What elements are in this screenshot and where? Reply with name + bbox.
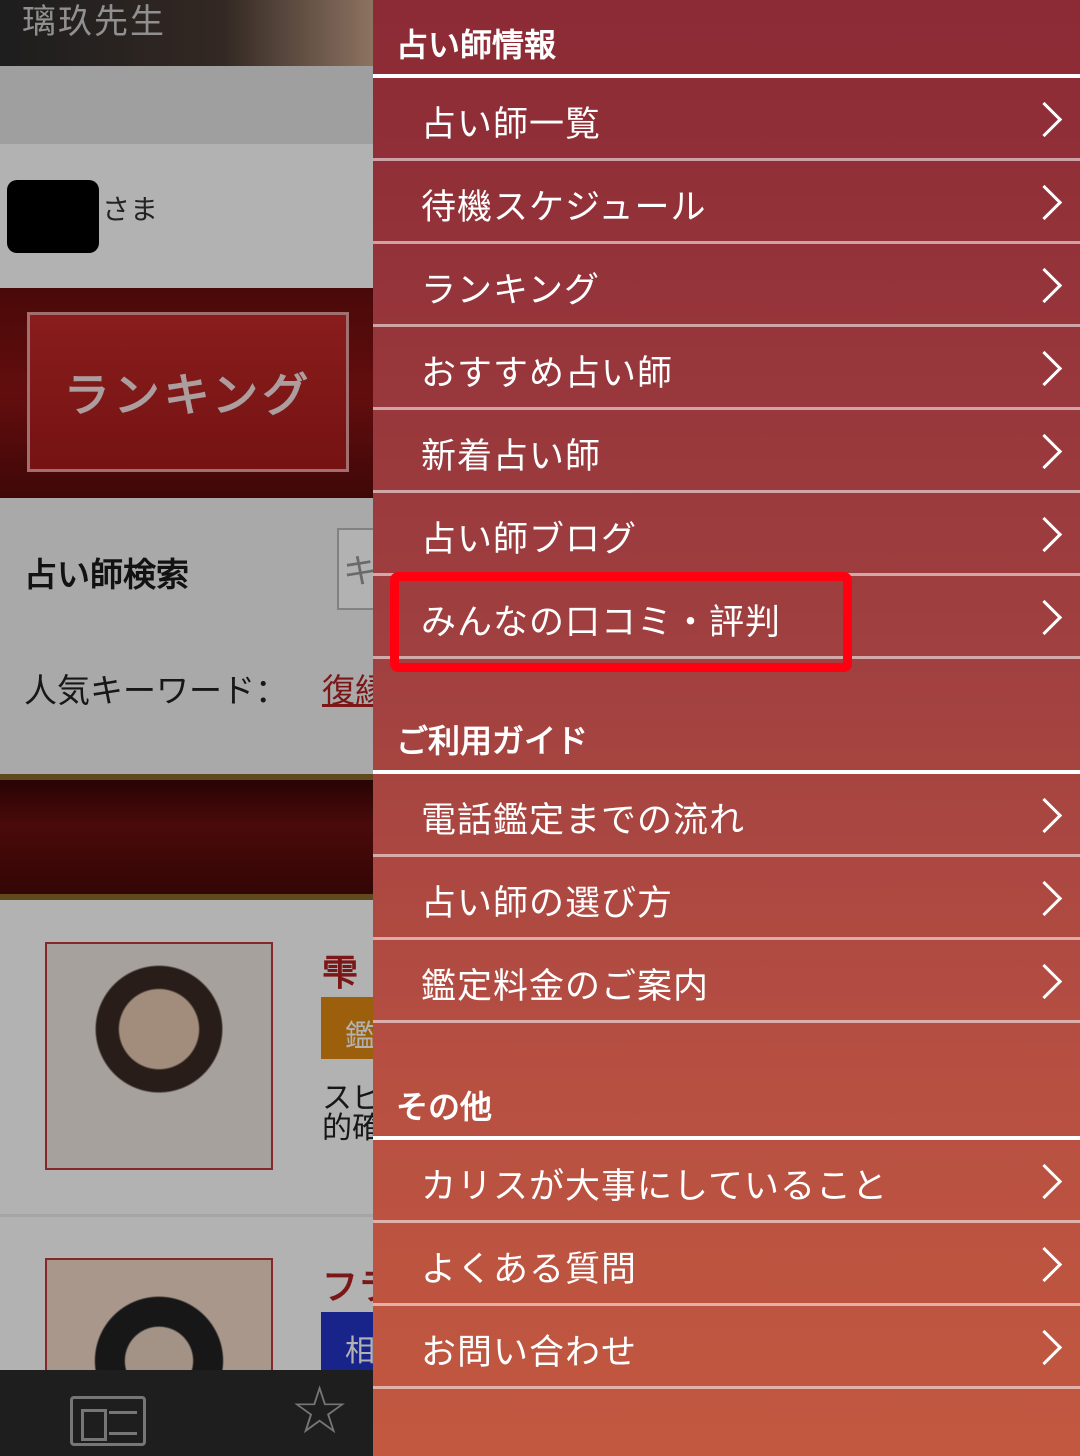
menu-item-ranking[interactable]: ランキング: [373, 244, 1080, 327]
menu-item-new-fortune-tellers[interactable]: 新着占い師: [373, 410, 1080, 493]
chevron-right-icon: [1034, 1164, 1058, 1188]
menu-item-label: 鑑定料金のご案内: [421, 967, 710, 1007]
section-title: ご利用ガイド: [396, 722, 589, 760]
chevron-right-icon: [1034, 517, 1058, 541]
chevron-right-icon: [1034, 600, 1058, 624]
menu-item-our-values[interactable]: カリスが大事にしていること: [373, 1140, 1080, 1223]
menu-item-label: おすすめ占い師: [421, 354, 674, 394]
chevron-right-icon: [1034, 964, 1058, 988]
background-page: 璃玖先生 さま ランキング 占い師検索 キ 人気キーワード： 復縁 雫 鑑 スピ…: [0, 0, 373, 1456]
menu-item-label: 占い師ブログ: [421, 520, 638, 560]
menu-item-label: みんなの口コミ・評判: [421, 603, 782, 643]
section-title: その他: [396, 1088, 493, 1126]
menu-item-label: 待機スケジュール: [421, 188, 707, 228]
chevron-right-icon: [1034, 102, 1058, 126]
section-title: 占い師情報: [396, 26, 557, 64]
menu-item-how-to-choose[interactable]: 占い師の選び方: [373, 857, 1080, 940]
menu-item-label: 占い師一覧: [421, 105, 602, 145]
chevron-right-icon: [1034, 434, 1058, 458]
chevron-right-icon: [1034, 268, 1058, 292]
menu-item-contact[interactable]: お問い合わせ: [373, 1306, 1080, 1389]
menu-item-standby-schedule[interactable]: 待機スケジュール: [373, 161, 1080, 244]
menu-item-fortune-teller-list[interactable]: 占い師一覧: [373, 78, 1080, 161]
menu-item-label: よくある質問: [421, 1250, 638, 1290]
section-header-usage-guide: ご利用ガイド: [373, 696, 1080, 774]
menu-item-phone-reading-flow[interactable]: 電話鑑定までの流れ: [373, 774, 1080, 857]
section-header-other: その他: [373, 1062, 1080, 1140]
menu-item-label: ランキング: [421, 271, 600, 311]
chevron-right-icon: [1034, 351, 1058, 375]
menu-item-reviews[interactable]: みんなの口コミ・評判: [373, 576, 1080, 659]
chevron-right-icon: [1034, 881, 1058, 905]
drawer-overlay[interactable]: [0, 0, 373, 1456]
side-drawer-menu: 占い師情報 占い師一覧 待機スケジュール ランキング おすすめ占い師 新着占い師…: [373, 0, 1080, 1456]
menu-item-blog[interactable]: 占い師ブログ: [373, 493, 1080, 576]
chevron-right-icon: [1034, 1247, 1058, 1271]
menu-item-recommended[interactable]: おすすめ占い師: [373, 327, 1080, 410]
menu-item-label: お問い合わせ: [421, 1333, 638, 1373]
menu-item-label: 新着占い師: [421, 437, 602, 477]
chevron-right-icon: [1034, 185, 1058, 209]
menu-item-label: 電話鑑定までの流れ: [421, 801, 746, 841]
chevron-right-icon: [1034, 798, 1058, 822]
menu-item-label: カリスが大事にしていること: [421, 1167, 888, 1207]
menu-item-label: 占い師の選び方: [421, 884, 674, 924]
chevron-right-icon: [1034, 1330, 1058, 1354]
menu-item-faq[interactable]: よくある質問: [373, 1223, 1080, 1306]
menu-item-pricing[interactable]: 鑑定料金のご案内: [373, 940, 1080, 1023]
section-header-fortune-teller-info: 占い師情報: [373, 0, 1080, 78]
